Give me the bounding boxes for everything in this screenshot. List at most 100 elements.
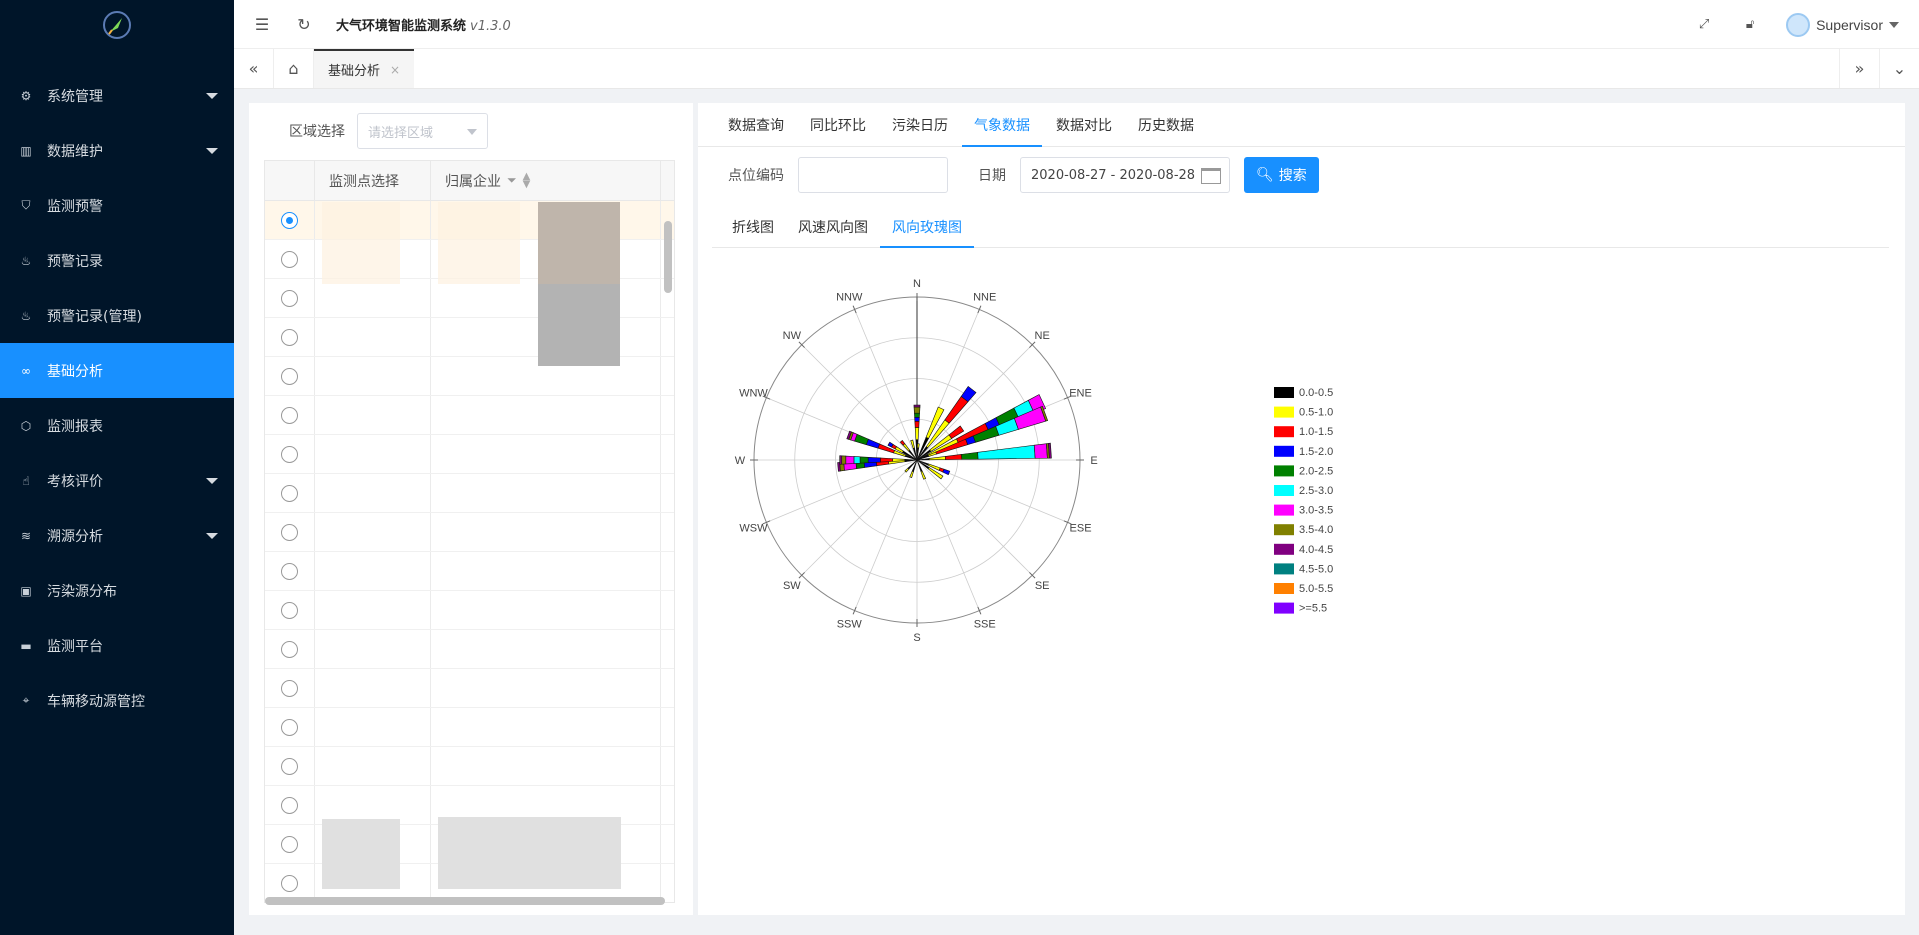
sidebar-item[interactable]: ⌖ 车辆移动源管控 [0,673,234,728]
company-cell [431,630,661,668]
sidebar-item[interactable]: ▬ 监测平台 [0,618,234,673]
infinity-icon: ∞ [21,363,31,378]
legend-swatch [1274,524,1294,536]
sidebar-item-label: 预警记录(管理) [47,308,142,325]
row-radio[interactable] [281,562,298,580]
row-radio[interactable] [281,367,298,385]
refresh-icon[interactable]: ↻ [294,14,314,34]
home-icon[interactable]: ⌂ [274,49,314,88]
table-row[interactable] [265,591,674,630]
lock-icon[interactable]: 🔓︎ [1740,15,1760,35]
table-row[interactable] [265,747,674,786]
row-radio[interactable] [281,835,298,853]
row-radio[interactable] [281,874,298,892]
vertical-scrollbar[interactable] [664,221,672,293]
rose-segment [942,468,951,476]
legend-label: 0.0-0.5 [1299,387,1333,399]
user-name: Supervisor [1816,16,1883,33]
table-row[interactable] [265,669,674,708]
app-version: v1.3.0 [470,18,511,34]
legend-label: 4.0-4.5 [1299,544,1333,556]
direction-label: WSW [739,523,768,535]
row-radio[interactable] [281,757,298,775]
user-menu[interactable]: Supervisor [1786,12,1899,37]
row-radio[interactable] [281,640,298,658]
grid-spoke [801,459,918,576]
column-header-site: 监测点选择 [315,161,431,200]
row-radio[interactable] [281,679,298,697]
sidebar-item[interactable]: ⛉ 监测预警 [0,178,234,233]
row-radio[interactable] [281,484,298,502]
direction-label: N [913,278,921,290]
scroll-right-icon[interactable]: » [1839,49,1879,88]
table-row[interactable] [265,552,674,591]
scroll-left-icon[interactable]: « [234,49,274,88]
select-cell [265,747,315,785]
select-cell [265,201,315,239]
sidebar-item[interactable]: ⚙ 系统管理 [0,68,234,123]
row-radio[interactable] [281,406,298,424]
row-radio[interactable] [281,328,298,346]
sidebar-item[interactable]: ≋ 溯源分析 [0,508,234,563]
rose-segment [920,470,927,480]
tab-basic-analysis[interactable]: 基础分析 × [314,49,415,88]
horizontal-scrollbar[interactable] [265,897,665,905]
table-row[interactable] [265,513,674,552]
row-radio[interactable] [281,250,298,268]
rose-segment [914,421,920,428]
site-cell [315,747,431,785]
table-row[interactable] [265,474,674,513]
rose-segment [944,454,963,460]
menu-fold-icon[interactable]: ☰ [252,14,272,34]
select-cell [265,396,315,434]
row-radio[interactable] [281,445,298,463]
region-select[interactable]: 请选择区域 [357,113,488,149]
legend-swatch [1274,406,1294,418]
masked-cell [322,202,400,284]
column-header-company[interactable]: 归属企业 ⏷ ▲ ▼ [431,161,661,200]
table-row[interactable] [265,630,674,669]
select-cell [265,435,315,473]
app-title: 大气环境智能监测系统 v1.3.0 [336,18,511,34]
image-icon: ▣ [20,583,32,598]
table-row[interactable] [265,708,674,747]
rose-segment [914,412,920,418]
chevron-down-icon[interactable]: ⌄ [1879,49,1919,88]
company-cell [431,513,661,551]
legend-label: 0.5-1.0 [1299,407,1333,419]
sidebar-item-label: 考核评价 [47,473,103,490]
layers-icon: ≋ [20,528,32,543]
select-cell [265,240,315,278]
row-radio[interactable] [281,523,298,541]
sidebar-item[interactable]: ♨ 预警记录(管理) [0,288,234,343]
row-radio[interactable] [281,289,298,307]
table-row[interactable] [265,396,674,435]
legend-label: 1.5-2.0 [1299,446,1333,458]
rose-segment [917,443,920,449]
direction-label: W [735,455,746,467]
row-radio[interactable] [281,211,298,229]
sidebar-item[interactable]: ⬡ 监测报表 [0,398,234,453]
fullscreen-icon[interactable]: ⤢ [1694,15,1714,35]
sidebar-item-label: 基础分析 [47,363,103,380]
sidebar-item[interactable]: ▣ 污染源分布 [0,563,234,618]
thumb-icon: ☝ [22,473,30,488]
sidebar-item[interactable]: ♨ 预警记录 [0,233,234,288]
row-radio[interactable] [281,601,298,619]
close-icon[interactable]: × [390,63,400,77]
row-radio[interactable] [281,718,298,736]
sidebar-item[interactable]: ▥ 数据维护 [0,123,234,178]
sidebar-item[interactable]: ∞ 基础分析 [0,343,234,398]
company-cell [431,708,661,746]
table-row[interactable] [265,435,674,474]
select-cell [265,825,315,863]
gear-icon: ⚙ [20,88,32,103]
rose-segment [913,404,921,408]
sidebar-item-label: 监测平台 [47,638,103,655]
sidebar-item[interactable]: ☝ 考核评价 [0,453,234,508]
filter-icon[interactable]: ⏷ [507,173,517,188]
caret-down-icon [206,147,218,154]
row-radio[interactable] [281,796,298,814]
sort-icon[interactable]: ▲ ▼ [523,171,531,189]
rose-segment [928,456,946,461]
